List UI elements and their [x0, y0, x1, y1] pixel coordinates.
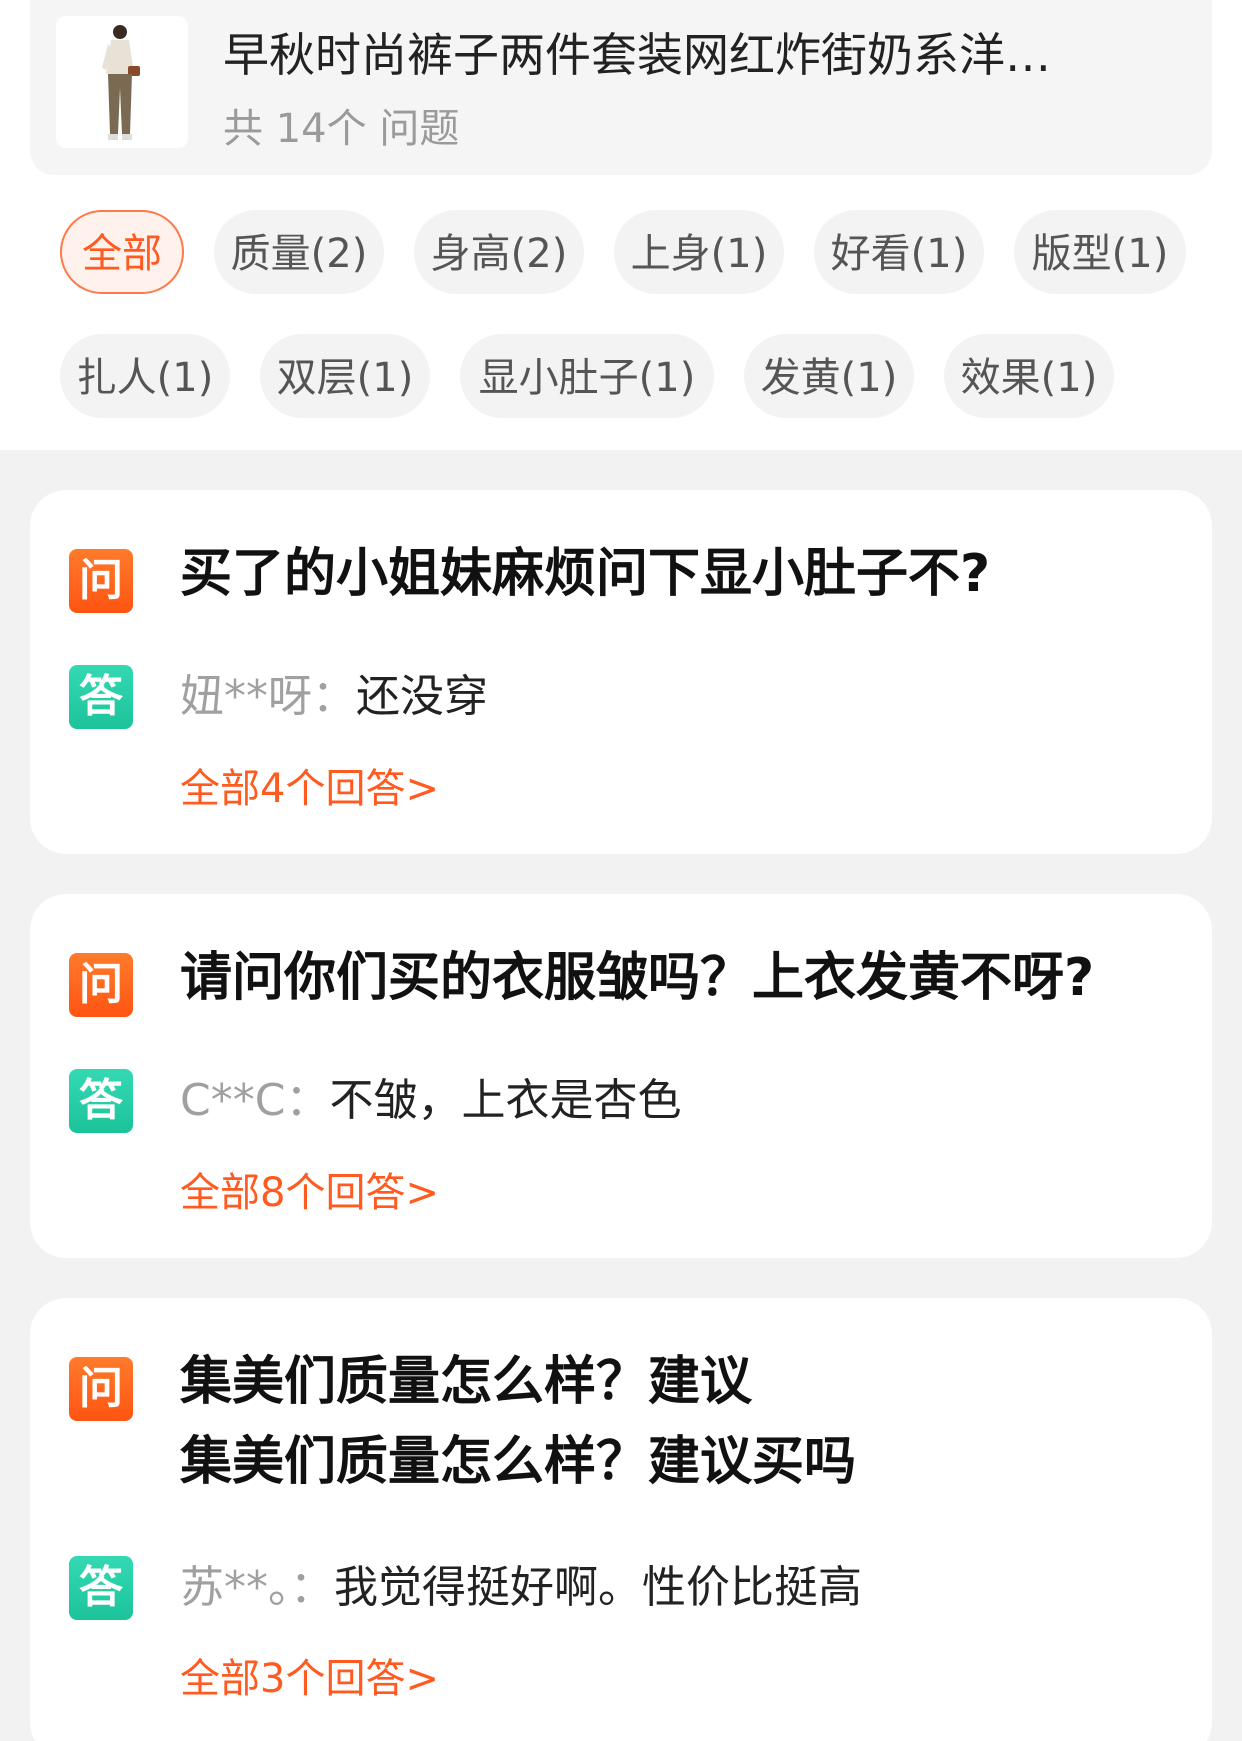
tag-fit[interactable]: 版型(1): [1014, 210, 1186, 294]
qa-card[interactable]: 问 集美们质量怎么样？建议 集美们质量怎么样？建议买吗 答 苏**。：我觉得挺好…: [30, 1298, 1212, 1741]
all-answers-link[interactable]: 全部3个回答>: [180, 1654, 439, 1704]
tag-effect[interactable]: 效果(1): [944, 334, 1114, 418]
tag-double-layer[interactable]: 双层(1): [260, 334, 430, 418]
question-text[interactable]: 集美们质量怎么样？建议 集美们质量怎么样？建议买吗: [180, 1342, 1180, 1502]
tag-on-body[interactable]: 上身(1): [614, 210, 784, 294]
tag-height[interactable]: 身高(2): [414, 210, 584, 294]
question-badge-icon: 问: [69, 1357, 133, 1421]
answer-user: C**C：: [180, 1075, 330, 1126]
question-line: 集美们质量怎么样？建议: [180, 1352, 753, 1412]
answer-badge-icon: 答: [69, 665, 133, 729]
answer-preview: 妞**呀：还没穿: [180, 667, 1180, 727]
tag-itchy[interactable]: 扎人(1): [60, 334, 230, 418]
question-badge-icon: 问: [69, 549, 133, 613]
tag-all[interactable]: 全部: [60, 210, 184, 294]
answer-badge-icon: 答: [69, 1069, 133, 1133]
question-line: 集美们质量怎么样？建议买吗: [180, 1432, 857, 1492]
answer-user: 苏**。：: [180, 1562, 334, 1613]
answer-user: 妞**呀：: [180, 671, 356, 722]
answer-badge-icon: 答: [69, 1556, 133, 1620]
tag-filter-bar: 全部 质量(2) 身高(2) 上身(1) 好看(1) 版型(1) 扎人(1) 双…: [0, 0, 1242, 450]
question-text[interactable]: 请问你们买的衣服皱吗？上衣发黄不呀?: [180, 938, 1180, 1018]
answer-preview: 苏**。：我觉得挺好啊。性价比挺高: [180, 1558, 1180, 1618]
question-badge-icon: 问: [69, 953, 133, 1017]
header-section: 早秋时尚裤子两件套装网红炸街奶系洋… 共 14个 问题 全部 质量(2) 身高(…: [0, 0, 1242, 450]
answer-text: 不皱，上衣是杏色: [329, 1075, 682, 1126]
answer-text: 还没穿: [356, 671, 488, 722]
tag-good-looking[interactable]: 好看(1): [814, 210, 984, 294]
answer-text: 我觉得挺好啊。性价比挺高: [334, 1562, 862, 1613]
qa-card[interactable]: 问 买了的小姐妹麻烦问下显小肚子不? 答 妞**呀：还没穿 全部4个回答>: [30, 490, 1212, 854]
answer-preview: C**C：不皱，上衣是杏色: [180, 1071, 1180, 1131]
tag-slim-belly[interactable]: 显小肚子(1): [460, 334, 714, 418]
question-text[interactable]: 买了的小姐妹麻烦问下显小肚子不?: [180, 534, 1180, 614]
tag-yellowing[interactable]: 发黄(1): [744, 334, 914, 418]
qa-card[interactable]: 问 请问你们买的衣服皱吗？上衣发黄不呀? 答 C**C：不皱，上衣是杏色 全部8…: [30, 894, 1212, 1258]
all-answers-link[interactable]: 全部8个回答>: [180, 1168, 439, 1218]
tag-quality[interactable]: 质量(2): [214, 210, 384, 294]
all-answers-link[interactable]: 全部4个回答>: [180, 764, 439, 814]
